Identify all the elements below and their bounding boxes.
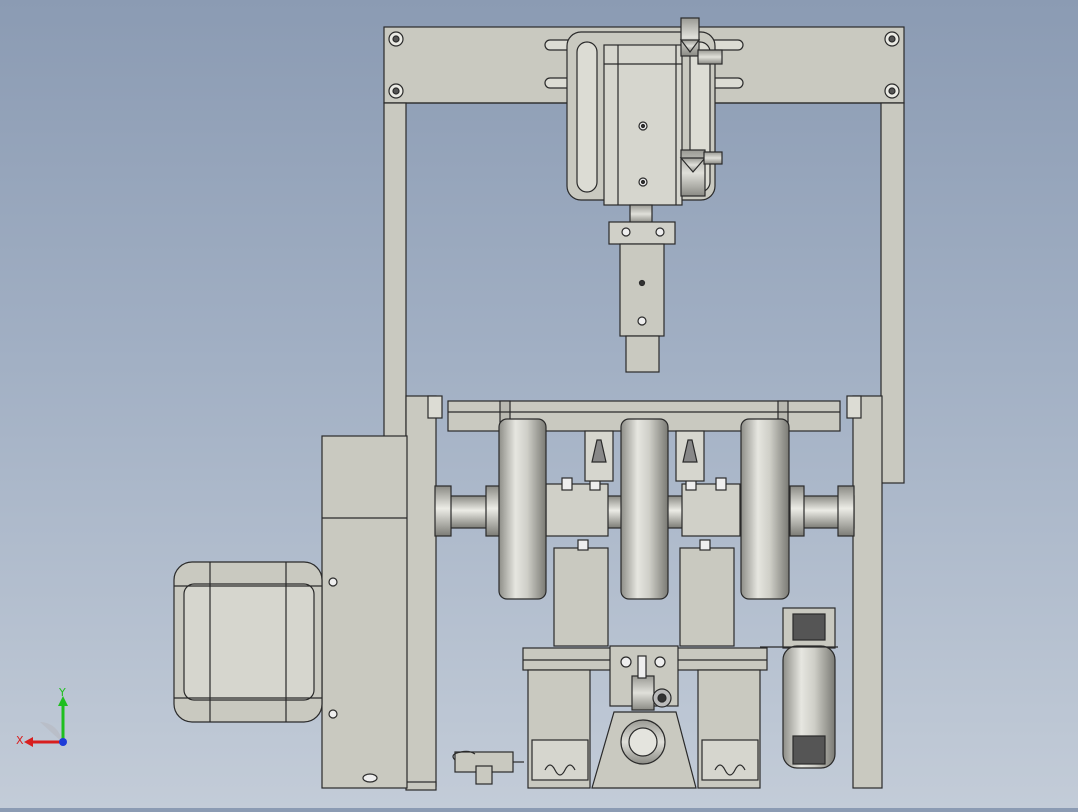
piston-rod [629,204,653,224]
roller-center [620,418,669,600]
lower-left-bracket [527,669,591,789]
right-side-plate [846,395,883,789]
cad-viewport[interactable]: Y X [0,0,1078,808]
frame-right-post [880,102,905,484]
x-axis-label: X [16,734,24,747]
y-axis-label: Y [59,686,66,699]
clamp-block-right [760,607,838,769]
stepper-motor [173,561,323,723]
roller-right [740,418,790,600]
lower-right-bracket [697,669,761,789]
assembly-drawing [173,17,905,791]
left-side-plate [405,395,443,791]
guide-block [619,243,665,337]
roller-left [498,418,547,600]
rod-clamp-block [608,221,676,245]
air-fitting-bottom [679,149,723,197]
limit-sensor [452,750,524,785]
gearbox-housing [321,435,408,789]
pneumatic-cylinder [603,44,683,206]
guide-block-foot [625,335,660,373]
z-axis-dot [59,738,67,746]
x-axis-arrowhead [24,737,33,747]
frame-left-post [383,102,407,441]
